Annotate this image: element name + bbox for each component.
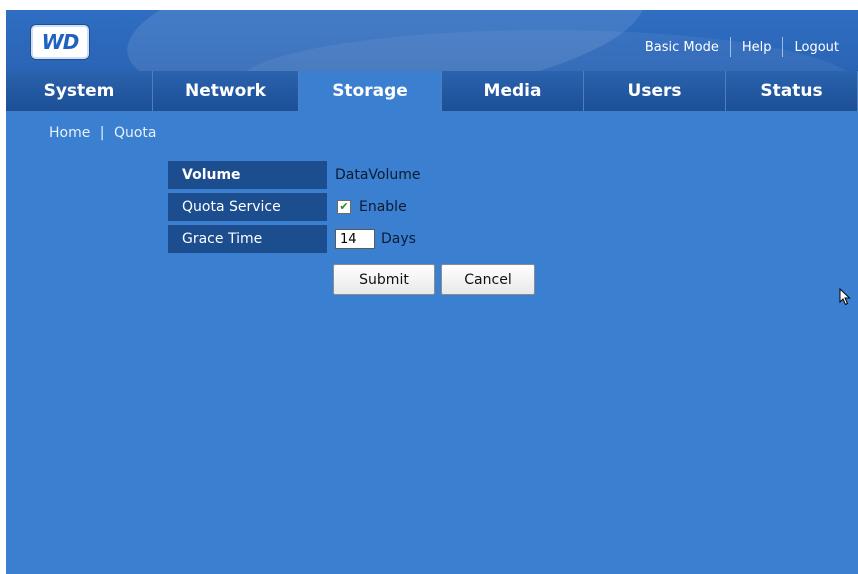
tab-media[interactable]: Media <box>442 71 584 111</box>
wd-logo[interactable]: WD <box>30 24 90 60</box>
breadcrumb: Home | Quota <box>49 125 157 141</box>
volume-value: DataVolume <box>335 167 421 183</box>
tab-network[interactable]: Network <box>153 71 299 111</box>
grace-time-unit: Days <box>381 231 416 247</box>
logout-link[interactable]: Logout <box>783 40 850 55</box>
help-link[interactable]: Help <box>731 40 783 55</box>
basic-mode-link[interactable]: Basic Mode <box>634 40 730 55</box>
volume-label: Volume <box>168 161 327 189</box>
tab-system[interactable]: System <box>6 71 153 111</box>
app-frame: WD Basic Mode Help Logout System Network… <box>6 10 858 574</box>
quota-service-value: ✔ Enable <box>335 193 407 221</box>
tab-storage[interactable]: Storage <box>299 71 442 111</box>
top-links: Basic Mode Help Logout <box>634 37 850 57</box>
quota-service-label: Quota Service <box>168 193 327 221</box>
enable-label: Enable <box>359 199 407 215</box>
enable-checkbox[interactable]: ✔ <box>337 200 351 214</box>
grace-time-input[interactable] <box>335 229 375 249</box>
header-bar: WD Basic Mode Help Logout <box>6 10 858 71</box>
checkmark-icon: ✔ <box>339 200 349 213</box>
mouse-pointer-icon <box>839 288 851 306</box>
submit-button[interactable]: Submit <box>333 264 435 295</box>
breadcrumb-current: Quota <box>113 125 157 141</box>
breadcrumb-separator: | <box>99 125 105 141</box>
tab-status[interactable]: Status <box>726 71 858 111</box>
grace-time-label: Grace Time <box>168 225 327 253</box>
logo-text: WD <box>41 30 80 54</box>
breadcrumb-home[interactable]: Home <box>49 125 90 141</box>
cancel-button[interactable]: Cancel <box>441 264 535 295</box>
grace-time-value: Days <box>335 225 416 253</box>
main-nav: System Network Storage Media Users Statu… <box>6 71 858 111</box>
tab-users[interactable]: Users <box>584 71 726 111</box>
